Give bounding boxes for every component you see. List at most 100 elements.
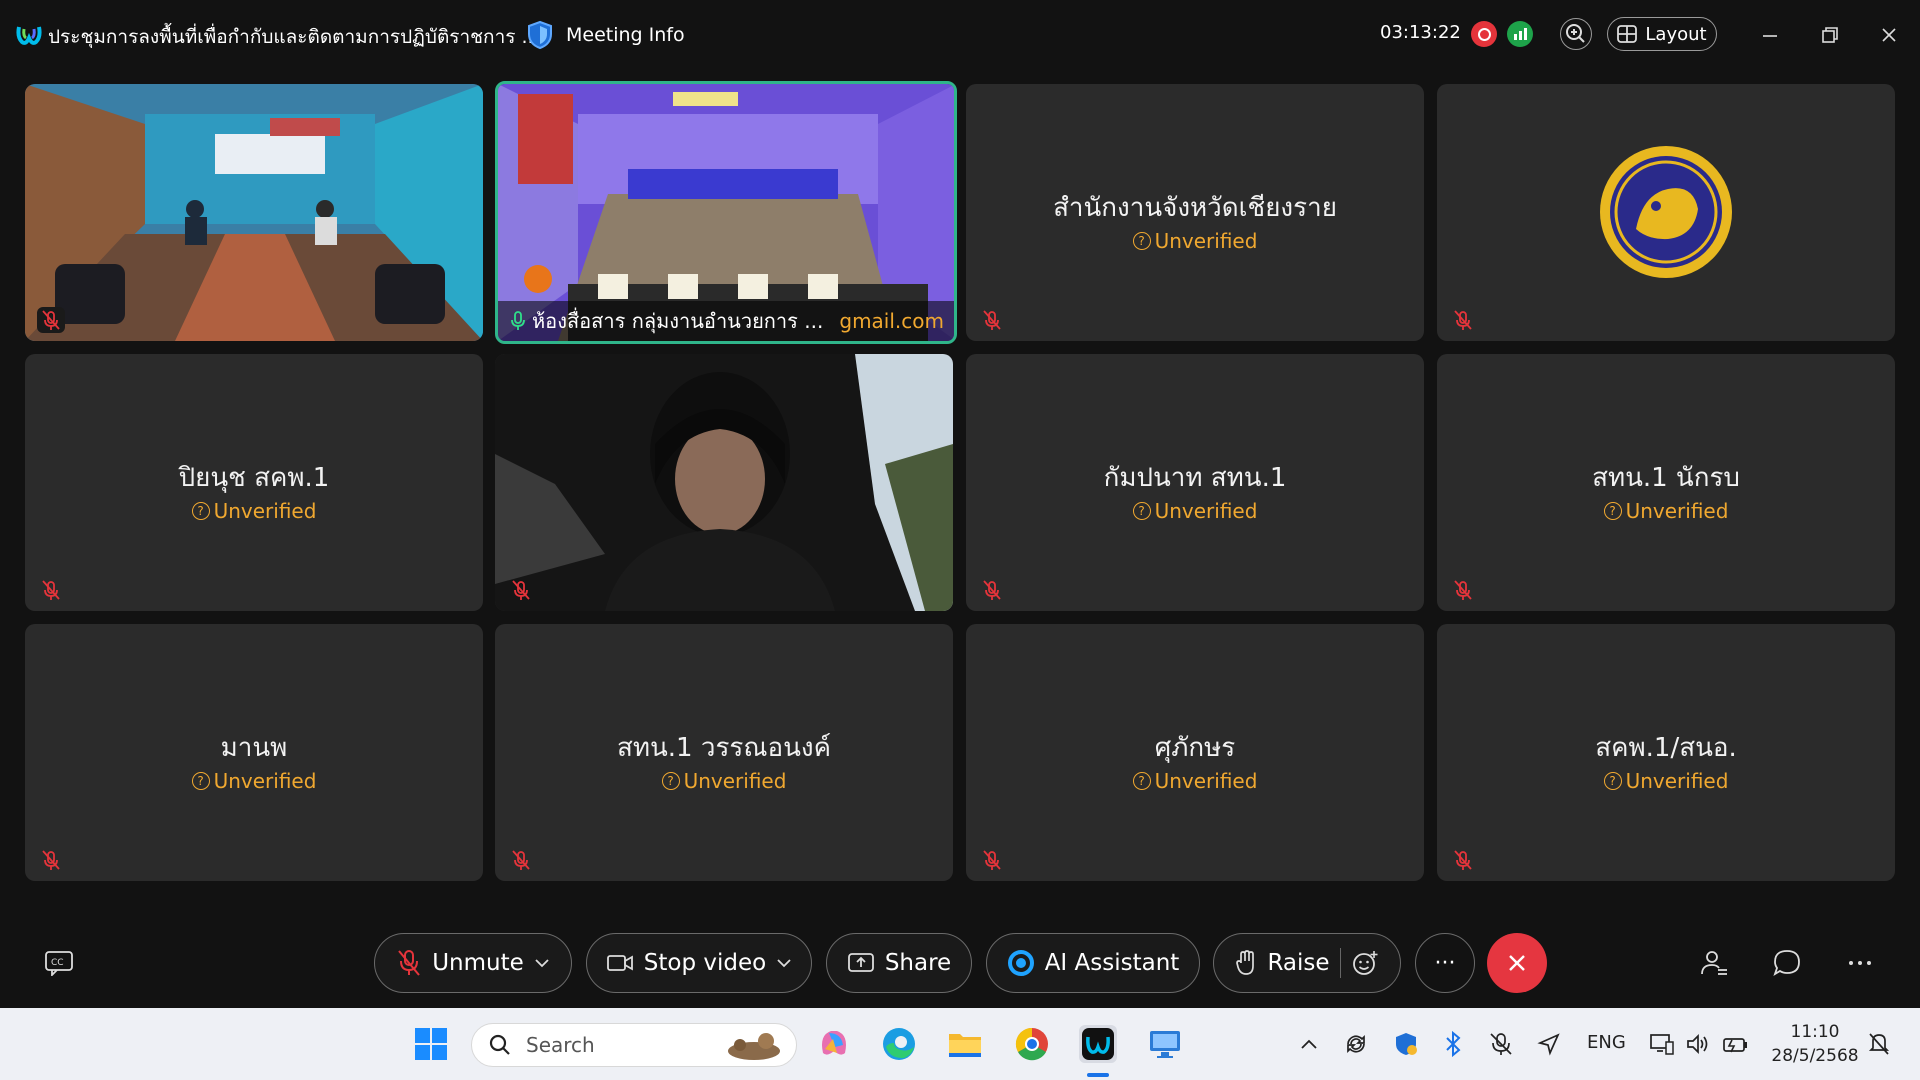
participant-tile-video[interactable]	[25, 84, 483, 341]
webex-taskbar-icon[interactable]	[1079, 1025, 1117, 1063]
share-button[interactable]: Share	[826, 933, 972, 993]
unverified-badge: ? Unverified	[25, 499, 483, 523]
participant-tile[interactable]: สคพ.1/สนอ. ? Unverified	[1437, 624, 1895, 881]
chat-icon[interactable]	[1770, 946, 1804, 980]
volume-icon[interactable]	[1684, 1030, 1712, 1058]
security-shield-icon[interactable]	[1392, 1030, 1420, 1058]
participant-tile[interactable]: มานพ ? Unverified	[25, 624, 483, 881]
participant-name: สคพ.1/สนอ.	[1595, 733, 1737, 763]
participant-tile[interactable]: ปิยนุช สคพ.1 ? Unverified	[25, 354, 483, 611]
video-camera-icon	[606, 955, 633, 971]
muted-mic-icon	[512, 850, 530, 870]
ai-assistant-button[interactable]: AI Assistant	[986, 933, 1200, 993]
notification-icon[interactable]	[1865, 1030, 1893, 1058]
minimize-button[interactable]	[1753, 18, 1787, 52]
question-icon: ?	[191, 502, 210, 520]
participant-name: สทน.1 นักรบ	[1592, 463, 1740, 493]
sync-icon[interactable]	[1342, 1030, 1370, 1058]
muted-mic-icon	[1454, 580, 1472, 600]
more-panels-icon[interactable]	[1843, 946, 1877, 980]
muted-mic-icon	[512, 580, 530, 600]
participant-tile[interactable]: สทน.1 วรรณอนงค์ ? Unverified	[495, 624, 953, 881]
remote-desktop-icon[interactable]	[1146, 1025, 1184, 1063]
provincial-seal-avatar	[1600, 146, 1732, 278]
question-icon: ?	[1132, 232, 1151, 250]
car-interior-video	[495, 354, 953, 611]
participant-tile-active-speaker[interactable]: ห้องสื่อสาร กลุ่มงานอำนวยการ ... gmail.c…	[495, 81, 957, 344]
clock-time: 11:10	[1790, 1022, 1840, 1042]
muted-mic-icon	[42, 850, 60, 870]
share-label: Share	[884, 950, 952, 976]
participant-tile[interactable]: กัมปนาท สทน.1 ? Unverified	[966, 354, 1424, 611]
unverified-badge: ? Unverified	[966, 229, 1424, 253]
share-screen-icon	[847, 953, 874, 972]
unverified-badge: ? Unverified	[495, 769, 953, 793]
windows-start-icon[interactable]	[412, 1025, 450, 1063]
more-options-button[interactable]: ···	[1415, 933, 1475, 993]
participant-name: กัมปนาท สทน.1	[1103, 463, 1287, 493]
meeting-timer: 03:13:22	[1380, 22, 1461, 43]
muted-mic-icon	[983, 310, 1001, 330]
edge-browser-icon[interactable]	[880, 1025, 918, 1063]
language-indicator[interactable]: ENG	[1587, 1032, 1626, 1053]
participant-tile[interactable]: สทน.1 นักรบ ? Unverified	[1437, 354, 1895, 611]
network-health-icon[interactable]	[1507, 21, 1533, 47]
more-label: ···	[1434, 950, 1456, 976]
copilot-icon[interactable]	[815, 1025, 853, 1063]
chevron-down-icon[interactable]	[776, 958, 792, 968]
captions-icon[interactable]: CC	[42, 946, 76, 980]
conference-room-video	[25, 84, 483, 341]
active-speaker-label: ห้องสื่อสาร กลุ่มงานอำนวยการ ... gmail.c…	[498, 301, 954, 341]
participant-name: ปิยนุช สคพ.1	[178, 463, 330, 493]
participant-tile-video[interactable]	[495, 354, 953, 611]
chevron-down-icon[interactable]	[534, 958, 550, 968]
chrome-browser-icon[interactable]	[1013, 1025, 1051, 1063]
end-call-button[interactable]	[1487, 933, 1547, 993]
mic-muted-tray-icon[interactable]	[1487, 1030, 1515, 1058]
participant-tile[interactable]: ศุภักษร ? Unverified	[966, 624, 1424, 881]
muted-mic-icon	[398, 950, 420, 976]
battery-icon[interactable]	[1720, 1030, 1748, 1058]
network-icon[interactable]	[1648, 1030, 1676, 1058]
webex-logo-icon	[16, 26, 42, 45]
raise-hand-button[interactable]: Raise	[1213, 933, 1401, 993]
system-clock[interactable]: 11:10 28/5/2568	[1770, 1020, 1860, 1068]
title-bar: ประชุมการลงพื้นที่เพื่อกำกับและติดตามการ…	[0, 0, 1920, 70]
layout-button[interactable]: Layout	[1607, 17, 1717, 51]
question-icon: ?	[1132, 772, 1151, 790]
unverified-badge: ? Unverified	[25, 769, 483, 793]
participant-tile-avatar[interactable]	[1437, 84, 1895, 341]
unverified-badge: ? Unverified	[966, 499, 1424, 523]
bluetooth-icon[interactable]	[1439, 1030, 1467, 1058]
question-icon: ?	[1132, 502, 1151, 520]
taskbar-search[interactable]: Search	[471, 1023, 797, 1067]
stop-video-label: Stop video	[643, 950, 767, 976]
layout-label: Layout	[1645, 23, 1707, 45]
divider	[1339, 948, 1341, 978]
unverified-badge: ? Unverified	[1437, 769, 1895, 793]
participants-icon[interactable]	[1697, 946, 1731, 980]
chevron-up-icon[interactable]	[1295, 1030, 1323, 1058]
participant-tile[interactable]: สำนักงานจังหวัดเชียงราย ? Unverified	[966, 84, 1424, 341]
muted-mic-icon	[1454, 850, 1472, 870]
hand-icon	[1236, 950, 1255, 975]
meeting-info-button[interactable]: Meeting Info	[526, 20, 685, 50]
ai-assistant-label: AI Assistant	[1044, 950, 1180, 976]
meeting-info-label: Meeting Info	[566, 24, 685, 46]
unmute-button[interactable]: Unmute	[374, 933, 572, 993]
active-app-indicator	[1087, 1073, 1109, 1077]
location-icon[interactable]	[1535, 1030, 1563, 1058]
close-window-button[interactable]	[1872, 18, 1906, 52]
participant-name: สำนักงานจังหวัดเชียงราย	[1053, 193, 1337, 223]
raise-label: Raise	[1267, 950, 1330, 976]
zoom-icon[interactable]	[1560, 18, 1592, 50]
restore-button[interactable]	[1813, 18, 1847, 52]
recording-icon[interactable]	[1471, 21, 1497, 47]
reactions-icon[interactable]	[1351, 949, 1379, 977]
file-explorer-icon[interactable]	[946, 1025, 984, 1063]
muted-mic-icon	[1454, 310, 1472, 330]
grid-icon	[1617, 25, 1638, 43]
svg-text:CC: CC	[51, 958, 64, 968]
search-icon	[489, 1034, 510, 1055]
stop-video-button[interactable]: Stop video	[586, 933, 812, 993]
